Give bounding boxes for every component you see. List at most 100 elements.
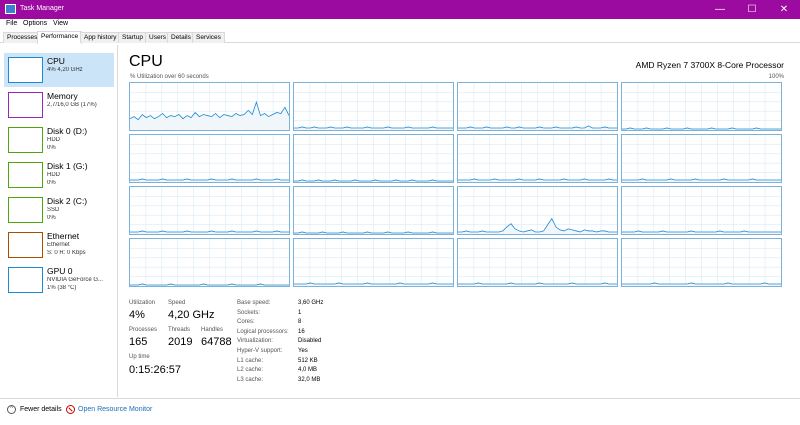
tab-performance[interactable]: Performance	[37, 31, 83, 44]
graph-max-label: 100%	[768, 74, 784, 80]
spec-label: Cores:	[237, 319, 255, 326]
sidebar-thumbnail-graph	[8, 127, 43, 153]
title-bar: Task Manager — ☐ ✕	[0, 0, 800, 19]
sidebar-item-title: Disk 1 (G:)	[47, 161, 88, 171]
core-graph-svg	[622, 83, 781, 130]
core-graph-svg	[294, 239, 453, 286]
tab-app-history[interactable]: App history	[80, 32, 121, 43]
menu-options[interactable]: Options	[23, 20, 47, 27]
sidebar-item-detail: SSD	[47, 207, 60, 213]
handles-label: Handles	[201, 327, 224, 333]
core-graph-10	[457, 186, 618, 235]
sidebar-item-disk-2[interactable]: Disk 2 (C:) SSD 0%	[4, 193, 114, 227]
handles-value: 64788	[201, 336, 232, 348]
spec-value: 16	[298, 328, 305, 335]
sidebar-item-disk-0[interactable]: Disk 0 (D:) HDD 0%	[4, 123, 114, 157]
spec-value: 1	[298, 309, 302, 316]
spec-value: 8	[298, 319, 302, 326]
spec-label: Base speed:	[237, 300, 271, 306]
sidebar-item-disk-1[interactable]: Disk 1 (G:) HDD 0%	[4, 158, 114, 192]
sidebar-item-memory[interactable]: Memory 2,7/16,0 GB (17%)	[4, 88, 114, 122]
core-graph-3	[621, 82, 782, 131]
spec-value: 3,60 GHz	[298, 300, 324, 306]
sidebar-item-gpu-0[interactable]: GPU 0 NVIDIA GeForce G... 1% (38 °C)	[4, 263, 114, 297]
resource-sidebar: CPU 4% 4,20 GHz Memory 2,7/16,0 GB (17%) Dis…	[0, 45, 118, 397]
usage-line	[458, 282, 617, 285]
utilization-label: Utilization	[129, 300, 156, 306]
graph-caption: % Utilization over 60 seconds	[130, 74, 209, 80]
core-graph-svg	[294, 135, 453, 182]
spec-value: 512 KB	[298, 357, 318, 364]
menu-file[interactable]: File	[6, 20, 17, 27]
sidebar-item-detail: 0%	[47, 180, 56, 186]
sidebar-thumbnail-graph	[8, 267, 43, 293]
core-graph-4	[129, 134, 290, 183]
sidebar-item-detail: 0%	[47, 215, 56, 221]
core-graph-svg	[130, 83, 289, 130]
fewer-details-button[interactable]: Fewer details	[20, 406, 62, 413]
sidebar-item-ethernet[interactable]: Ethernet Ethernet S: 0 R: 0 Kbps	[4, 228, 114, 262]
sidebar-item-cpu[interactable]: CPU 4% 4,20 GHz	[4, 53, 114, 87]
core-graph-svg	[294, 187, 453, 234]
open-resource-monitor-link[interactable]: Open Resource Monitor	[78, 406, 152, 413]
sidebar-thumbnail-graph	[8, 197, 43, 223]
sidebar-item-title: Disk 0 (D:)	[47, 126, 88, 136]
spec-label: Hyper-V support:	[237, 348, 283, 354]
spec-label: L1 cache:	[237, 357, 264, 364]
spec-value: 32,0 MB	[298, 376, 321, 383]
core-graph-12	[129, 238, 290, 287]
core-graph-svg	[130, 135, 289, 182]
sidebar-thumbnail-graph	[8, 92, 43, 118]
spec-value: Disabled	[298, 338, 322, 345]
core-graph-svg	[622, 239, 781, 286]
sidebar-item-title: GPU 0	[47, 266, 73, 276]
sidebar-thumbnail-graph	[8, 57, 43, 83]
menu-bar: File Options View	[0, 19, 800, 31]
core-graph-svg	[622, 135, 781, 182]
spec-label: Sockets:	[237, 309, 261, 316]
core-graph-7	[621, 134, 782, 183]
threads-label: Threads	[168, 327, 191, 333]
core-graph-8	[129, 186, 290, 235]
close-button[interactable]: ✕	[768, 0, 800, 19]
core-graph-svg	[458, 135, 617, 182]
threads-value: 2019	[168, 336, 193, 348]
status-bar: ^ Fewer details Open Resource Monitor	[0, 398, 800, 425]
tab-startup[interactable]: Startup	[118, 32, 147, 43]
sidebar-item-detail: 4% 4,20 GHz	[47, 67, 83, 73]
core-graph-svg	[458, 187, 617, 234]
sidebar-item-title: Memory	[47, 91, 78, 101]
sidebar-item-detail: HDD	[47, 137, 60, 143]
core-graph-svg	[458, 83, 617, 130]
cpu-panel: CPU AMD Ryzen 7 3700X 8-Core Processor %…	[119, 45, 800, 397]
sidebar-item-detail: HDD	[47, 172, 60, 178]
core-graph-0	[129, 82, 290, 131]
core-graph-11	[621, 186, 782, 235]
task-manager-icon	[5, 4, 16, 14]
spec-label: Logical processors:	[237, 328, 289, 335]
spec-value: 4,0 MB	[298, 367, 318, 374]
uptime-label: Up time	[129, 354, 150, 360]
maximize-button[interactable]: ☐	[736, 0, 768, 19]
sidebar-item-detail: S: 0 R: 0 Kbps	[47, 250, 86, 256]
core-graph-6	[457, 134, 618, 183]
tab-processes[interactable]: Processes	[3, 32, 42, 43]
sidebar-item-detail: Ethernet	[47, 242, 70, 248]
speed-value: 4,20 GHz	[168, 309, 215, 321]
uptime-value: 0:15:26:57	[129, 364, 181, 376]
spec-value: Yes	[298, 348, 308, 354]
tab-details[interactable]: Details	[167, 32, 195, 43]
core-graph-svg	[130, 239, 289, 286]
sidebar-item-detail: 2,7/16,0 GB (17%)	[47, 102, 97, 108]
processes-value: 165	[129, 336, 148, 348]
core-graph-svg	[622, 187, 781, 234]
menu-view[interactable]: View	[53, 20, 68, 27]
tab-bar: Processes Performance App history Startu…	[0, 31, 800, 44]
resource-monitor-icon	[66, 405, 75, 414]
core-graph-15	[621, 238, 782, 287]
core-graph-1	[293, 82, 454, 131]
minimize-button[interactable]: —	[704, 0, 736, 19]
core-graph-14	[457, 238, 618, 287]
tab-services[interactable]: Services	[192, 32, 225, 43]
chevron-up-icon[interactable]: ^	[7, 405, 16, 414]
